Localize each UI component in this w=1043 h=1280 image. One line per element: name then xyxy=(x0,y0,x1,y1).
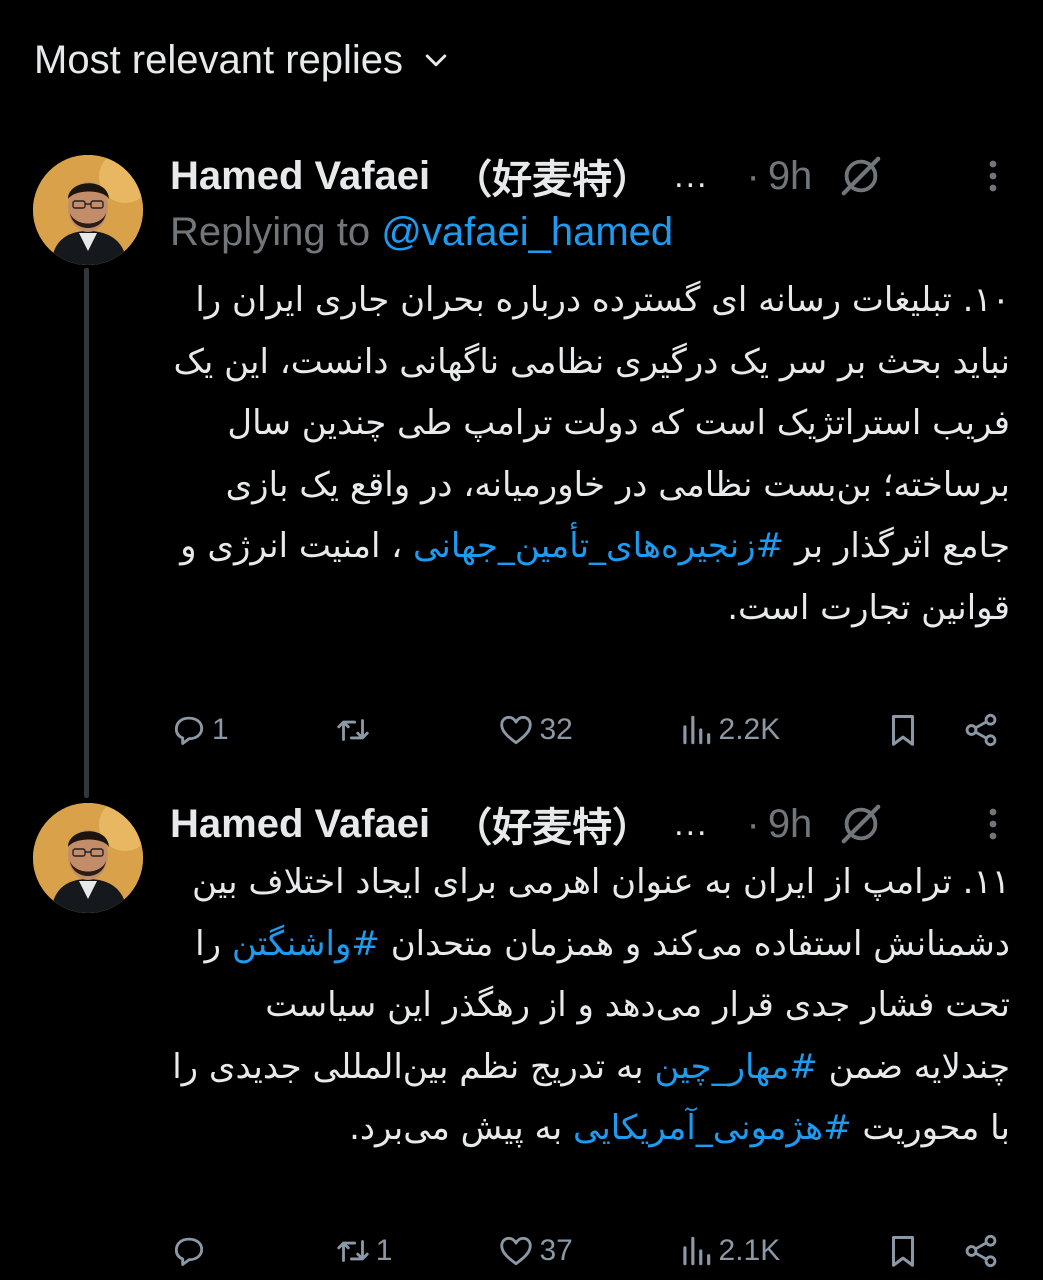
heart-icon xyxy=(500,1236,533,1266)
more-options-button[interactable] xyxy=(973,801,1013,847)
views-count: 2.2K xyxy=(718,713,781,746)
timestamp[interactable]: 9h xyxy=(768,802,813,847)
repost-button[interactable] xyxy=(334,711,394,749)
sort-label: Most relevant replies xyxy=(34,38,404,82)
reply-icon xyxy=(174,1237,204,1266)
name-ellipsis: ... xyxy=(674,156,709,195)
grok-icon[interactable] xyxy=(838,801,884,847)
replying-to: Replying to @vafaei_hamed xyxy=(170,210,673,255)
more-vertical-icon xyxy=(989,808,997,840)
tweet-actions: 1 37 2.1K xyxy=(170,1226,1000,1276)
avatar[interactable] xyxy=(33,803,143,913)
views-icon xyxy=(682,715,710,745)
timestamp[interactable]: 9h xyxy=(768,154,813,199)
repost-button[interactable]: 1 xyxy=(334,1232,394,1270)
author-name[interactable]: Hamed Vafaei xyxy=(170,802,430,847)
share-icon xyxy=(965,713,997,747)
avatar[interactable] xyxy=(33,155,143,265)
thread-connector-line xyxy=(84,268,89,798)
replying-handle-link[interactable]: @vafaei_hamed xyxy=(381,210,673,254)
tweet-actions: 1 32 2.2K xyxy=(170,705,1000,755)
like-button[interactable]: 37 xyxy=(497,1232,573,1270)
reply-icon xyxy=(174,716,204,745)
repost-count: 1 xyxy=(375,1234,393,1267)
author-name[interactable]: Hamed Vafaei xyxy=(170,154,430,199)
repost-icon xyxy=(337,719,369,741)
views-button[interactable]: 2.2K xyxy=(677,711,781,749)
separator-dot: · xyxy=(746,153,760,198)
avatar-image xyxy=(33,155,143,265)
like-count: 37 xyxy=(539,1234,573,1267)
tweet-text: ۱۰. تبلیغات رسانه ای گسترده درباره بحران… xyxy=(170,270,1010,639)
share-icon xyxy=(965,1234,997,1268)
bookmark-icon xyxy=(891,1236,914,1267)
replying-prefix: Replying to xyxy=(170,210,382,254)
repost-icon xyxy=(337,1240,369,1262)
more-options-button[interactable] xyxy=(973,153,1013,199)
name-ellipsis: ... xyxy=(674,804,709,843)
hashtag-link[interactable]: #هژمونی_آمریکایی xyxy=(573,1108,852,1148)
author-name-cjk[interactable]: （好麦特） xyxy=(452,795,652,853)
tweet-text: ۱۱. ترامپ از ایران به عنوان اهرمی برای ا… xyxy=(170,852,1010,1160)
separator-dot: · xyxy=(746,801,760,846)
share-button[interactable] xyxy=(962,711,1000,749)
reply-button[interactable] xyxy=(170,1232,230,1270)
bookmark-icon xyxy=(891,715,914,746)
views-button[interactable]: 2.1K xyxy=(677,1232,781,1270)
hashtag-link[interactable]: #زنجیره‌های_تأمین_جهانی xyxy=(413,526,784,566)
grok-icon[interactable] xyxy=(838,153,884,199)
author-name-cjk[interactable]: （好麦特） xyxy=(452,147,652,205)
reply-button[interactable]: 1 xyxy=(170,711,230,749)
like-count: 32 xyxy=(539,713,573,746)
heart-icon xyxy=(500,715,533,745)
text-segment: به پیش می‌برد. xyxy=(349,1108,573,1148)
hashtag-link[interactable]: #واشنگتن xyxy=(232,924,380,964)
views-count: 2.1K xyxy=(718,1234,781,1267)
like-button[interactable]: 32 xyxy=(497,711,573,749)
hashtag-link[interactable]: #مهار_چین xyxy=(654,1047,817,1087)
avatar-image xyxy=(33,803,143,913)
chevron-down-icon xyxy=(425,54,447,66)
share-button[interactable] xyxy=(962,1232,1000,1270)
reply-count: 1 xyxy=(212,713,229,746)
sort-replies-dropdown[interactable]: Most relevant replies xyxy=(34,38,451,83)
more-vertical-icon xyxy=(989,160,997,192)
text-segment: ۱۰. تبلیغات رسانه ای گسترده درباره بحران… xyxy=(173,280,1010,566)
views-icon xyxy=(682,1236,710,1266)
bookmark-button[interactable] xyxy=(884,1232,922,1270)
bookmark-button[interactable] xyxy=(884,711,922,749)
